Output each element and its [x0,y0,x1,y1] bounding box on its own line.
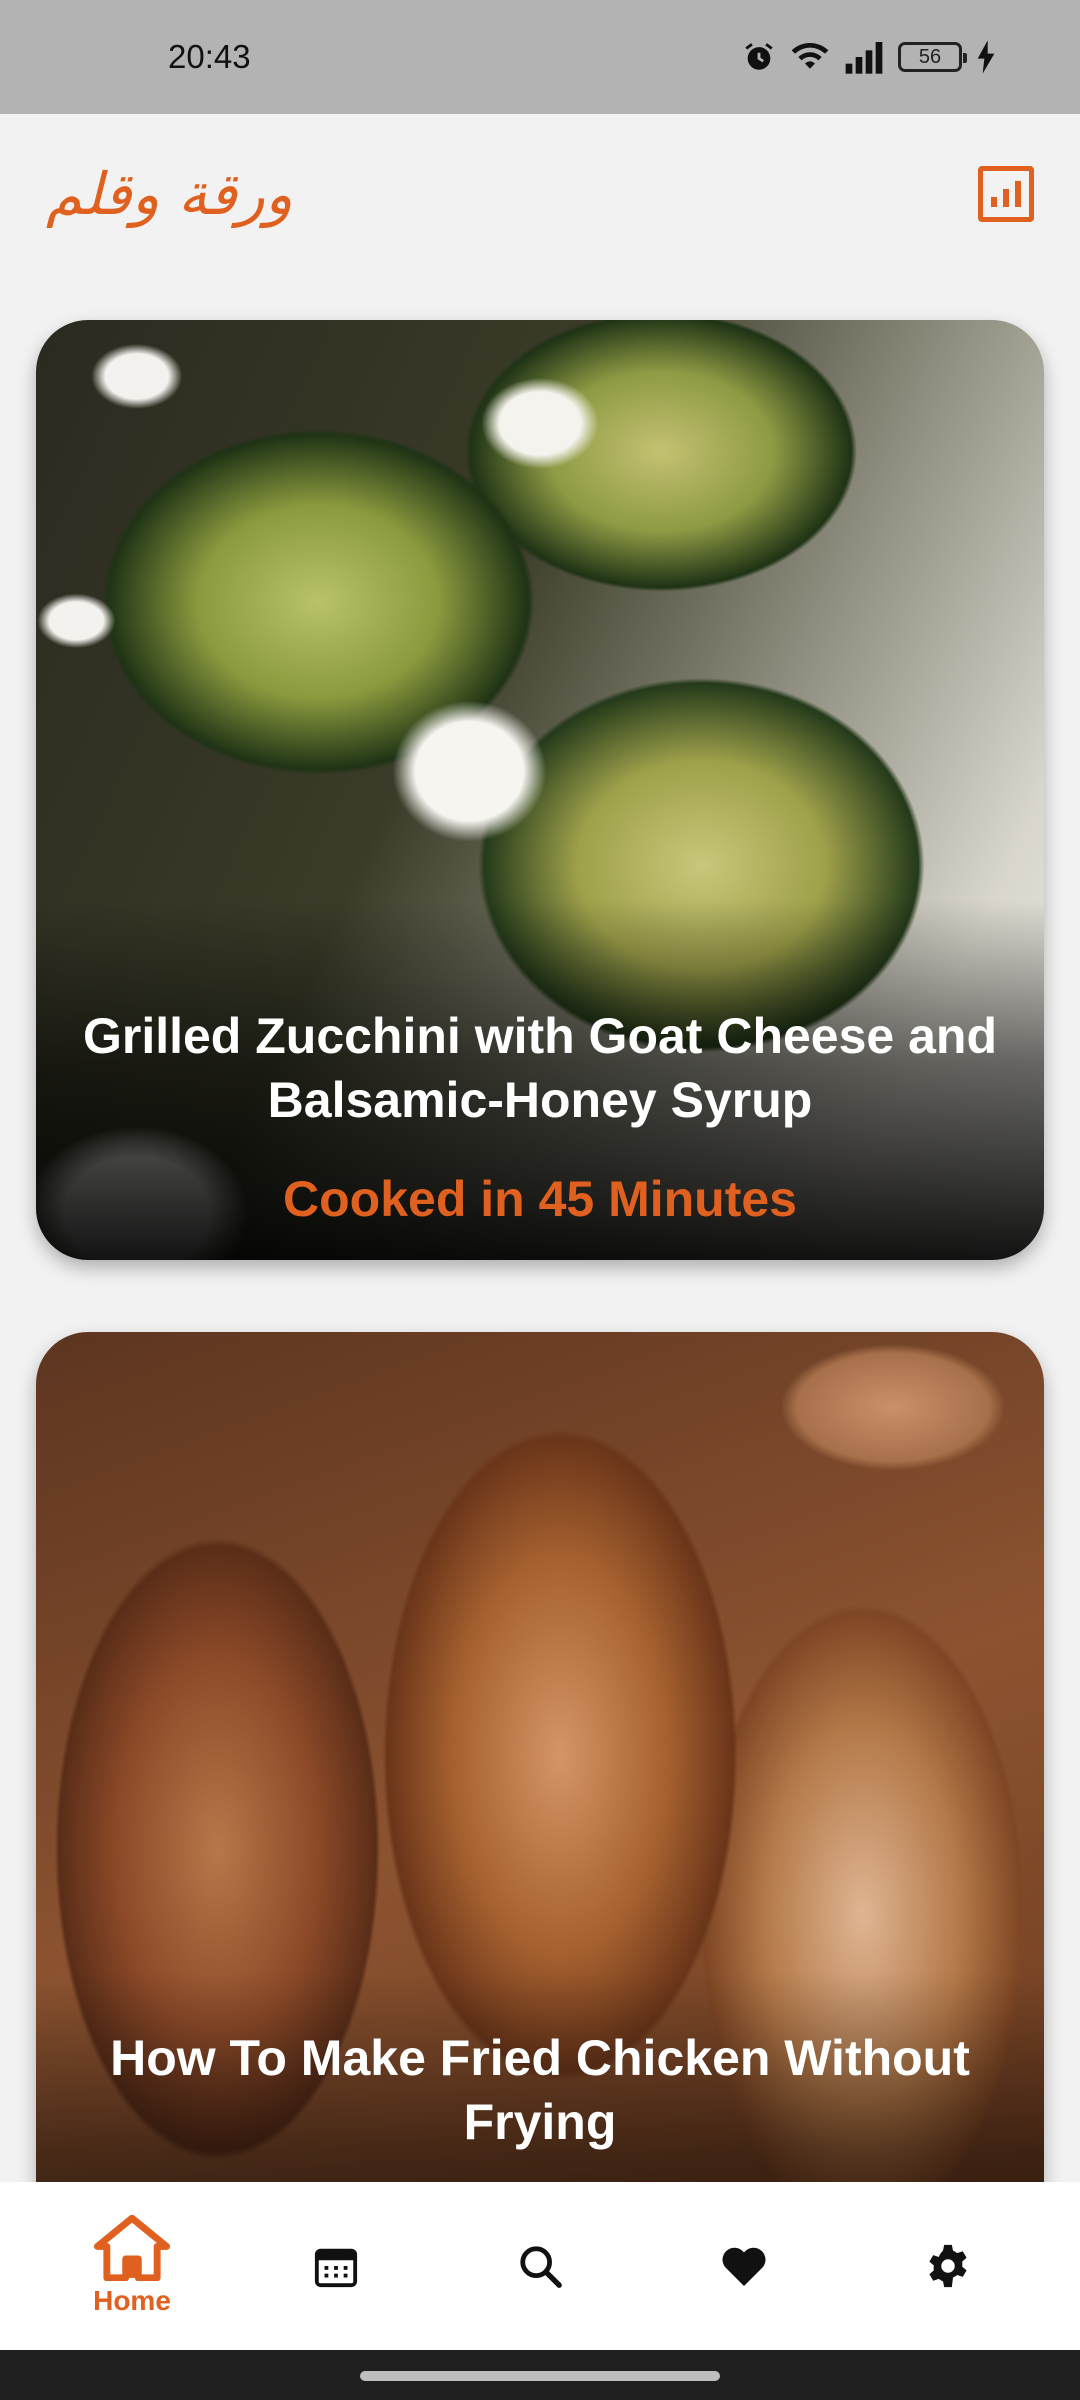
nav-home-label: Home [93,2285,171,2316]
gesture-handle[interactable] [360,2371,720,2381]
status-icons: 56 [742,40,996,74]
wifi-icon [791,43,829,69]
search-icon [520,2246,562,2288]
alarm-icon [745,43,773,70]
system-gesture-bar [0,2350,1080,2400]
recipe-card[interactable]: How To Make Fried Chicken Without Frying [36,1332,1044,2182]
recipe-card[interactable]: Grilled Zucchini with Goat Cheese and Ba… [36,320,1044,1260]
statistics-button[interactable] [978,166,1034,222]
nav-home[interactable]: Home [52,2215,212,2317]
charging-icon [977,40,995,74]
app-logo: ورقة وقلم [46,160,293,228]
heart-icon [722,2247,766,2286]
status-bar: 20:43 56 [0,0,1080,114]
nav-search[interactable] [460,2243,620,2289]
nav-favorites[interactable] [664,2243,824,2289]
signal-icon [845,42,883,74]
recipe-title: Grilled Zucchini with Goat Cheese and Ba… [82,1008,998,1128]
recipe-cook-time: Cooked in 45 Minutes [283,1171,797,1227]
status-time: 20:43 [168,38,251,75]
bar-chart-icon [991,197,997,207]
app-header: ورقة وقلم [0,114,1080,274]
calendar-icon [314,2248,358,2288]
nav-settings[interactable] [868,2243,1028,2289]
recipe-title: How To Make Fried Chicken Without Frying [110,2030,970,2150]
battery-icon: 56 [898,42,967,72]
nav-calendar[interactable] [256,2243,416,2289]
home-icon [94,2215,170,2281]
recipe-feed[interactable]: Grilled Zucchini with Goat Cheese and Ba… [0,274,1080,2182]
bottom-navigation: Home [0,2182,1080,2350]
gear-icon [929,2244,967,2288]
